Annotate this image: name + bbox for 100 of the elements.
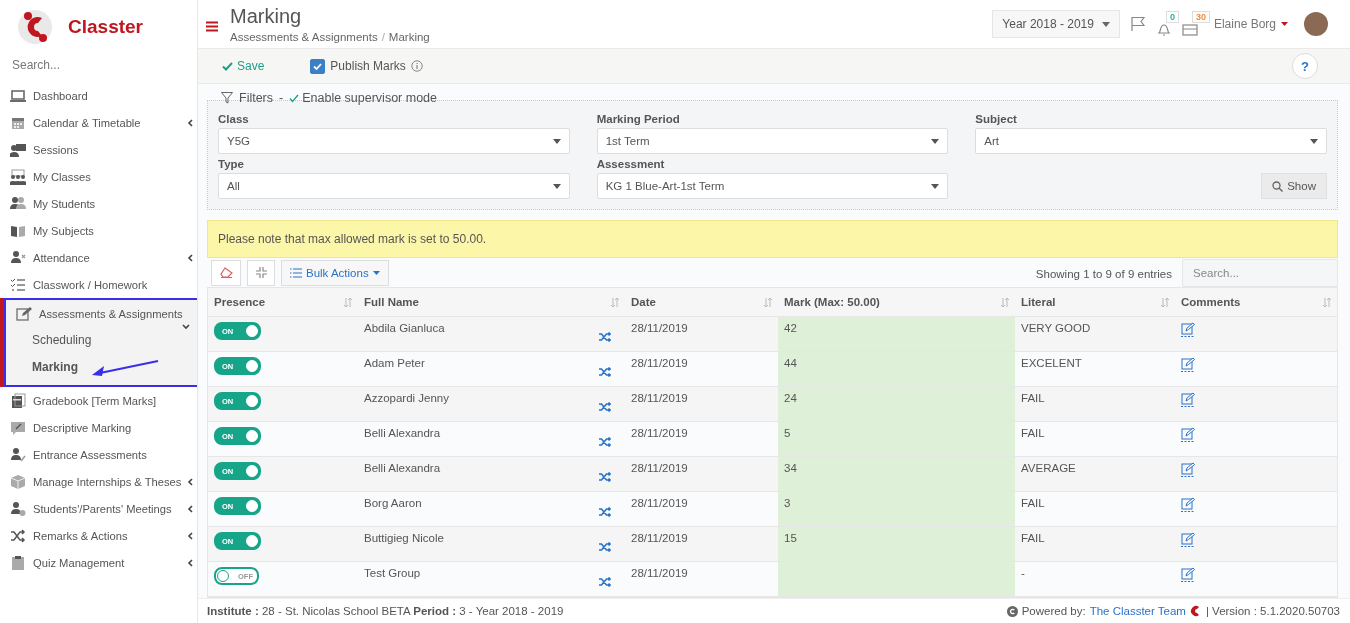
edit-icon[interactable] (1181, 427, 1195, 442)
edit-icon[interactable] (1181, 497, 1195, 512)
column-header[interactable]: Date (631, 296, 656, 308)
show-button[interactable]: Show (1261, 173, 1327, 199)
chevron-left-icon[interactable] (186, 254, 194, 262)
avatar[interactable] (1304, 12, 1328, 36)
mark-cell[interactable]: 5 (778, 422, 1015, 457)
breadcrumb-item[interactable]: Assessments & Assignments (230, 31, 378, 43)
clear-button[interactable] (211, 259, 241, 286)
sidebar-item[interactable]: Sessions (0, 136, 197, 163)
filter-label: Subject (975, 113, 1018, 125)
sidebar-item[interactable]: Remarks & Actions (0, 522, 197, 549)
bulk-actions-button[interactable]: Bulk Actions (281, 259, 389, 286)
mark-cell[interactable]: 44 (778, 352, 1015, 387)
sidebar-item[interactable]: Assessments & Assignments (6, 300, 197, 327)
sidebar-item[interactable]: My Classes (0, 163, 197, 190)
column-header[interactable]: Presence (214, 296, 266, 308)
help-button[interactable]: ? (1292, 53, 1318, 79)
edit-icon (16, 305, 32, 322)
sidebar-item[interactable]: Attendance (0, 244, 197, 271)
shuffle-icon[interactable] (599, 332, 611, 342)
date-cell: 28/11/2019 (625, 317, 778, 352)
mark-cell[interactable]: 42 (778, 317, 1015, 352)
shuffle-icon[interactable] (599, 402, 611, 412)
filter-label: Class (218, 113, 250, 125)
student-name: Buttigieg Nicole (364, 532, 444, 544)
shuffle-icon[interactable] (599, 437, 611, 447)
shuffle-icon[interactable] (599, 472, 611, 482)
chevron-down-icon[interactable] (182, 323, 190, 331)
sidebar-item[interactable]: Quiz Management (0, 549, 197, 576)
caret-icon (1101, 21, 1110, 27)
bell-icon[interactable] (1155, 21, 1172, 37)
filter-dropdown[interactable]: KG 1 Blue-Art-1st Term (596, 173, 949, 199)
sidebar-item[interactable]: Dashboard (0, 82, 197, 109)
filters-legend: Filters (239, 91, 274, 105)
shuffle-icon[interactable] (599, 367, 611, 377)
submenu-item[interactable]: Marking (6, 354, 197, 381)
filter-dropdown[interactable]: 1st Term (596, 128, 949, 154)
chevron-left-icon[interactable] (186, 505, 194, 513)
check-icon (289, 93, 300, 103)
publish-checkbox[interactable] (310, 58, 326, 74)
mark-cell[interactable]: 34 (778, 457, 1015, 492)
chevron-left-icon[interactable] (186, 478, 194, 486)
shuffle-icon[interactable] (599, 507, 611, 517)
message-badge: 30 (1191, 11, 1210, 23)
sidebar-item[interactable]: My Students (0, 190, 197, 217)
envelope-icon[interactable] (1181, 21, 1198, 37)
edit-icon[interactable] (1181, 532, 1195, 547)
menu-icon[interactable] (206, 20, 218, 32)
column-header[interactable]: Full Name (364, 296, 419, 308)
clipboard-icon (10, 554, 26, 571)
edit-icon[interactable] (1181, 462, 1195, 477)
column-header[interactable]: Comments (1181, 296, 1241, 308)
edit-icon[interactable] (1181, 357, 1195, 372)
edit-icon[interactable] (1181, 322, 1195, 337)
filter-dropdown[interactable]: Y5G (218, 128, 570, 154)
chevron-left-icon[interactable] (186, 559, 194, 567)
edit-icon[interactable] (1181, 392, 1195, 407)
institute-info: Institute : 28 - St. Nicolas School BETA Period : 3 - Year 2018 - 2019 (207, 605, 564, 617)
filter-dropdown[interactable]: Art (975, 128, 1327, 154)
mark-cell[interactable]: 15 (778, 527, 1015, 562)
user-menu[interactable]: Elaine Borg (1207, 16, 1294, 32)
chevron-left-icon[interactable] (186, 119, 194, 127)
shuffle-icon[interactable] (599, 542, 611, 552)
monitor-icon (10, 87, 26, 104)
sidebar-item[interactable]: Gradebook [Term Marks] (0, 387, 197, 414)
chevron-left-icon[interactable] (186, 532, 194, 540)
caret-icon (1281, 22, 1288, 26)
filter-dropdown[interactable]: All (218, 173, 570, 199)
year-dropdown[interactable]: Year 2018 - 2019 (992, 10, 1120, 38)
mark-cell[interactable]: 3 (778, 492, 1015, 527)
comment-icon (10, 419, 26, 436)
publish-label: Publish Marks (330, 59, 406, 73)
sidebar-item[interactable]: My Subjects (0, 217, 197, 244)
sidebar-item[interactable]: Calendar & Timetable (0, 109, 197, 136)
user-clock-icon (10, 500, 26, 517)
supervisor-mode-link[interactable]: Enable supervisor mode (289, 91, 437, 105)
caret-icon (1310, 138, 1318, 144)
flag-icon[interactable] (1129, 16, 1146, 32)
submenu-item[interactable]: Scheduling (6, 327, 197, 354)
sidebar-item[interactable]: Classwork / Homework (0, 271, 197, 298)
student-name: Borg Aaron (364, 497, 422, 509)
sidebar-item[interactable]: Students'/Parents' Meetings (0, 495, 197, 522)
column-header[interactable]: Literal (1021, 296, 1056, 308)
separator-text: - (279, 91, 284, 105)
search-field[interactable]: Search... (12, 56, 182, 74)
column-header[interactable]: Mark (Max: 50.00) (784, 296, 880, 308)
mark-cell[interactable] (778, 562, 1015, 597)
mark-cell[interactable]: 24 (778, 387, 1015, 422)
info-icon[interactable] (410, 60, 423, 72)
table-search-field[interactable]: Search... (1182, 258, 1338, 287)
sidebar-item[interactable]: Entrance Assessments (0, 441, 197, 468)
caret-icon (552, 183, 561, 189)
search-icon (1272, 180, 1284, 192)
team-link[interactable]: The Classter Team (1089, 605, 1186, 617)
sidebar-item[interactable]: Manage Internships & Theses (0, 468, 197, 495)
shuffle-icon[interactable] (599, 577, 611, 587)
edit-icon[interactable] (1181, 567, 1195, 582)
eraser-icon (219, 267, 233, 278)
sidebar-item[interactable]: Descriptive Marking (0, 414, 197, 441)
